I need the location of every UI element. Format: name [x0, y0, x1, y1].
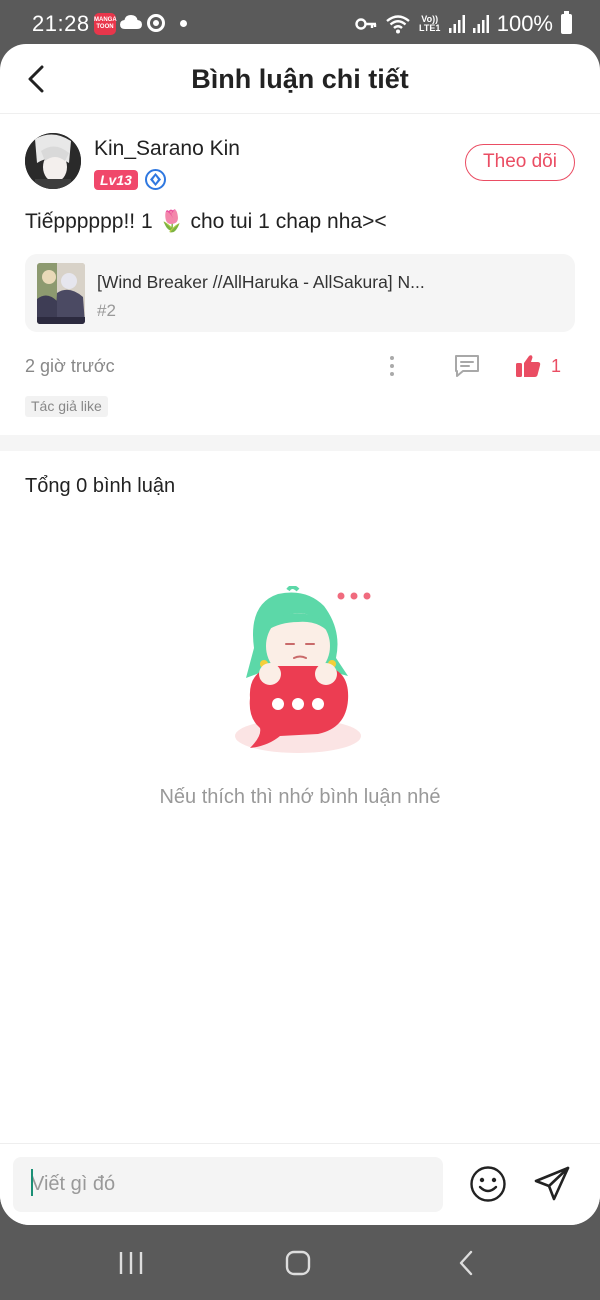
work-thumbnail	[37, 263, 85, 324]
work-title: [Wind Breaker //AllHaruka - AllSakura] N…	[97, 272, 425, 292]
section-divider	[0, 435, 600, 451]
home-button[interactable]	[278, 1245, 318, 1281]
recent-apps-button[interactable]	[111, 1245, 151, 1281]
recent-apps-icon	[119, 1252, 143, 1274]
status-right: Vo)) LTE1 100%	[355, 11, 572, 37]
like-button[interactable]: 1	[515, 351, 561, 381]
page-title: Bình luận chi tiết	[191, 64, 409, 94]
thumbs-up-icon	[516, 355, 541, 377]
battery-icon	[561, 11, 572, 34]
chrome-icon	[147, 14, 165, 32]
author-like-tag: Tác giả like	[25, 396, 108, 417]
like-count: 1	[551, 355, 562, 376]
emoji-icon	[470, 1166, 506, 1202]
reply-icon	[455, 355, 479, 377]
signal-icon-2	[472, 15, 489, 33]
comment-detail-sheet: Bình luận chi tiết Kin_Sarano Kin Lv13 T…	[0, 44, 600, 1225]
username[interactable]: Kin_Sarano Kin	[94, 137, 240, 161]
verified-icon	[150, 173, 161, 186]
reply-button[interactable]	[453, 352, 481, 380]
status-bar: 21:28 MANGA TOON Vo)) LTE1 100%	[0, 0, 600, 48]
top-bar: Bình luận chi tiết	[0, 44, 600, 114]
empty-comments-illustration	[235, 586, 371, 753]
more-icon	[390, 356, 394, 360]
mangatoon-app-icon: MANGA TOON	[94, 13, 117, 35]
system-nav-bar	[0, 1225, 600, 1300]
more-button[interactable]	[382, 352, 402, 380]
notification-dot-icon	[180, 20, 187, 27]
empty-comments-message: Nếu thích thì nhớ bình luận nhé	[159, 786, 441, 808]
verified-badge	[145, 169, 166, 190]
status-time: 21:28	[32, 11, 90, 36]
comment-input-bar	[0, 1143, 600, 1225]
send-icon	[534, 1166, 570, 1201]
comment-time: 2 giờ trước	[25, 356, 115, 376]
avatar[interactable]	[25, 133, 81, 189]
total-comments: Tổng 0 bình luận	[25, 475, 176, 497]
home-icon	[285, 1250, 311, 1276]
nav-back-icon	[459, 1250, 473, 1276]
level-badge: Lv13	[94, 170, 138, 190]
text-caret	[31, 1169, 33, 1196]
cloud-icon	[120, 15, 142, 29]
comment-text: Tiếpppppp!! 1 🌷 cho tui 1 chap nha><	[25, 210, 387, 233]
battery-percent: 100%	[496, 11, 553, 36]
follow-button[interactable]: Theo dõi	[465, 144, 575, 181]
emoji-button[interactable]	[469, 1165, 507, 1203]
work-chapter: #2	[97, 301, 116, 320]
comment-input[interactable]	[13, 1157, 443, 1212]
lte-label: Vo)) LTE1	[419, 14, 441, 33]
send-button[interactable]	[532, 1164, 572, 1204]
avatar-image	[25, 133, 81, 189]
signal-icon	[448, 15, 465, 33]
key-icon	[355, 18, 376, 30]
wifi-icon	[385, 15, 410, 34]
nav-back-button[interactable]	[446, 1245, 486, 1281]
work-card[interactable]: [Wind Breaker //AllHaruka - AllSakura] N…	[25, 254, 575, 332]
